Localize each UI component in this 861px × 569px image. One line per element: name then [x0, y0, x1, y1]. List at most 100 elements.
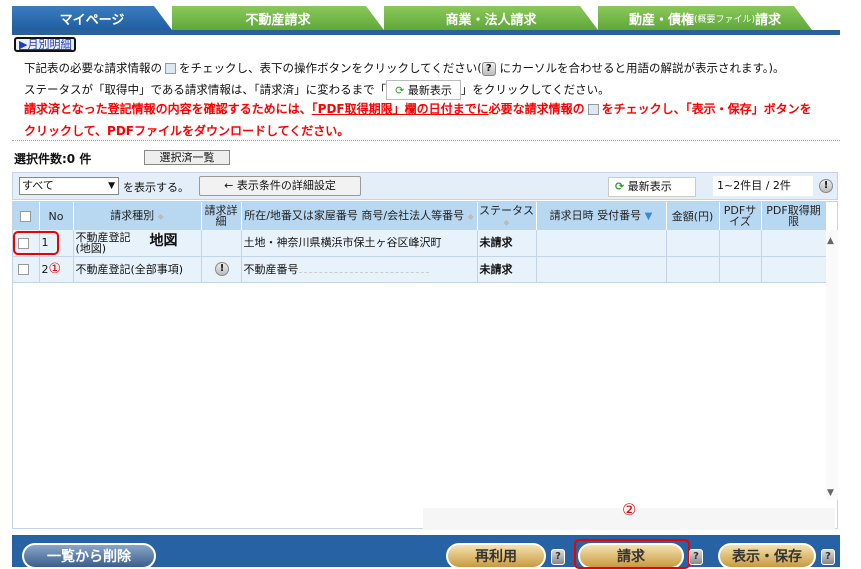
refresh-inline-button: ⟳ 最新表示	[386, 80, 461, 100]
help-icon[interactable]: ?	[551, 549, 565, 565]
tab-mypage[interactable]: マイページ	[12, 6, 172, 30]
row-date	[536, 230, 667, 257]
sort-icon: ◆	[157, 212, 164, 221]
text: ステータス	[479, 203, 534, 217]
row-location: 不動産番号	[241, 256, 478, 283]
row-detail[interactable]: !	[201, 256, 242, 283]
filter-select[interactable]: すべて ▼	[19, 177, 119, 195]
notice-line-2: クリックして、PDFファイルをダウンロードしてください。	[24, 124, 350, 138]
text: 必要な請求情報の	[488, 102, 585, 116]
col-no: No	[39, 202, 74, 230]
text: をチェックし、表下の操作ボタンをクリックしてください(	[179, 61, 482, 75]
text: をチェックし、「表示・保存」ボタンを	[601, 102, 812, 116]
help-icon: ?	[481, 61, 496, 76]
text: 請求済となった登記情報の内容を確認するためには、	[24, 102, 312, 116]
monthly-detail-link[interactable]: ▶月別明細	[14, 37, 77, 52]
row-status: 未請求	[477, 230, 537, 257]
refresh-button[interactable]: ⟳ 最新表示	[608, 177, 696, 197]
row-size	[719, 230, 762, 257]
checkbox[interactable]	[20, 210, 32, 222]
text: 最新表示	[407, 84, 452, 97]
scroll-up-icon[interactable]: ▲	[827, 236, 834, 246]
scrollbar[interactable]: ▲ ▼	[826, 230, 838, 500]
detail-alert-icon[interactable]: !	[215, 262, 229, 276]
row-location: 土地・神奈川県横浜市保土ヶ谷区峰沢町	[241, 230, 478, 257]
text: 」をクリックしてください。	[460, 82, 610, 97]
row-no: 2①	[39, 256, 74, 283]
text: 請求日時 受付番号	[549, 209, 642, 222]
row-date	[536, 256, 667, 283]
row-status: 未請求	[477, 256, 537, 283]
row-type: 不動産登記(全部事項)	[73, 256, 202, 283]
scroll-down-icon[interactable]: ▼	[827, 488, 834, 498]
text: 不動産番号	[243, 262, 299, 276]
col-pdf-size: PDFサイズ	[719, 202, 762, 230]
sort-icon: ◆	[467, 212, 474, 221]
col-location[interactable]: 所在/地番又は家屋番号 商号/会社法人等番号 ◆	[241, 202, 478, 230]
help-icon[interactable]: ?	[821, 549, 835, 565]
filter-suffix: を表示する。	[123, 181, 189, 194]
instruction-line-2: ステータスが「取得中」である請求情報は、「請求済」に変わるまで「 ⟳ 最新表示 」を…	[24, 80, 610, 100]
select-all-checkbox[interactable]	[13, 202, 40, 230]
col-type[interactable]: 請求種別 ◆	[73, 202, 202, 230]
sort-desc-icon: ▼	[644, 211, 653, 222]
filter-value: すべて	[22, 179, 54, 192]
text: ステータスが「取得中」である請求情報は、「請求済」に変わるまで「	[24, 82, 387, 97]
row-size	[719, 256, 762, 283]
annotation: ①	[48, 260, 62, 277]
info-icon[interactable]: !	[819, 179, 833, 193]
tab-real-estate[interactable]: 不動産請求	[172, 6, 384, 30]
col-pdf-deadline: PDF取得期限	[761, 202, 827, 230]
tab-label: 商業・法人請求	[445, 12, 537, 28]
col-detail: 請求詳細	[201, 202, 242, 230]
text: 請求種別	[110, 209, 155, 222]
row-deadline	[761, 230, 827, 257]
highlight-box	[13, 231, 59, 255]
text: 下記表の必要な請求情報の	[24, 61, 162, 75]
detail-settings-button[interactable]: ← 表示条件の詳細設定	[199, 176, 361, 196]
table-row[interactable]: 2① 不動産登記(全部事項) ! 不動産番号 未請求	[13, 256, 827, 283]
refresh-icon: ⟳	[395, 84, 405, 97]
tab-commercial[interactable]: 商業・法人請求	[384, 6, 598, 30]
tab-movables[interactable]: 動産・債権 (概要ファイル) 請求	[598, 6, 812, 30]
row-checkbox-cell[interactable]	[13, 230, 59, 257]
col-amount: 金額(円)	[666, 202, 720, 230]
chevron-down-icon: ▼	[108, 181, 115, 191]
table-header: No 請求種別 ◆ 請求詳細 所在/地番又は家屋番号 商号/会社法人等番号 ◆ …	[13, 202, 827, 230]
row-checkbox[interactable]	[18, 263, 29, 275]
selected-list-button[interactable]: 選択済一覧	[144, 150, 230, 165]
monthly-detail-label: 月別明細	[27, 38, 72, 51]
tab-label-small: (概要ファイル)	[693, 14, 756, 25]
tab-bar-underline	[12, 30, 840, 35]
tab-label: 請求	[755, 12, 782, 28]
tab-label: 不動産請求	[245, 12, 311, 28]
view-save-button[interactable]: 表示・保存	[718, 543, 816, 569]
notice-line-1: 請求済となった登記情報の内容を確認するためには、「PDF取得期限」欄の日付までに…	[24, 100, 812, 117]
row-deadline	[761, 256, 827, 283]
row-amount	[666, 230, 720, 257]
annotation-2: ②	[622, 500, 637, 519]
row-amount	[666, 256, 720, 283]
row-type: 不動産登記(地図) 地図	[73, 230, 202, 257]
table-toolbar: すべて ▼ を表示する。 ← 表示条件の詳細設定 ⟳ 最新表示 1~2件目 / 2…	[12, 172, 838, 200]
checkbox-icon	[165, 63, 176, 74]
tab-label: マイページ	[59, 12, 125, 28]
redacted	[298, 271, 429, 273]
table-row[interactable]: 1 不動産登記(地図) 地図 土地・神奈川県横浜市保土ヶ谷区峰沢町 未請求	[13, 230, 827, 257]
help-icon[interactable]: ?	[689, 549, 703, 565]
text: 「PDF取得期限」欄の日付までに	[311, 102, 489, 116]
instruction-line-1: 下記表の必要な請求情報の をチェックし、表下の操作ボタンをクリックしてください(?…	[24, 60, 785, 76]
refresh-label: 最新表示	[627, 180, 672, 193]
sort-icon: ◆	[503, 217, 510, 227]
reuse-button[interactable]: 再利用	[446, 543, 546, 569]
col-status[interactable]: ステータス◆	[477, 202, 537, 230]
selection-count: 選択件数:0 件	[14, 152, 92, 166]
request-table: No 請求種別 ◆ 請求詳細 所在/地番又は家屋番号 商号/会社法人等番号 ◆ …	[12, 201, 838, 530]
annotation: 地図	[149, 233, 178, 249]
col-date[interactable]: 請求日時 受付番号 ▼	[536, 202, 667, 230]
row-checkbox-cell[interactable]	[13, 256, 40, 283]
refresh-icon: ⟳	[615, 180, 625, 193]
delete-from-list-button[interactable]: 一覧から削除	[22, 543, 156, 569]
text: 2	[41, 262, 49, 276]
text: 不動産登記(地図)	[75, 230, 131, 255]
